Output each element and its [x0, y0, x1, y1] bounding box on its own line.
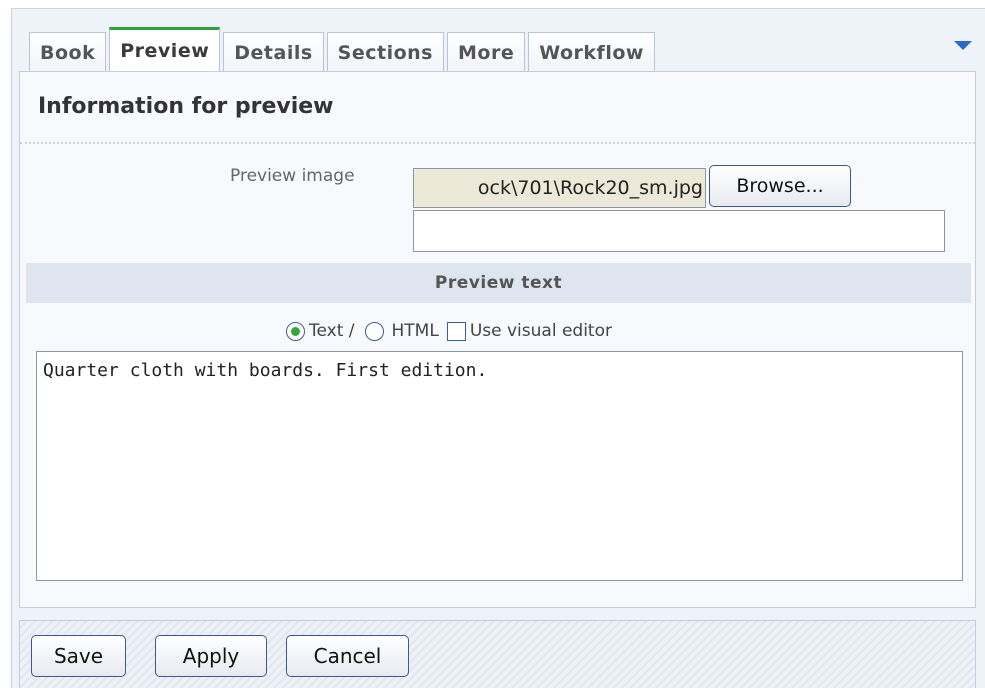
preview-panel: Information for preview Preview image oc…	[19, 71, 976, 608]
divider	[20, 142, 975, 144]
section-title: Information for preview	[38, 94, 334, 119]
chevron-down-icon[interactable]	[954, 41, 972, 50]
radio-selected-dot	[291, 326, 300, 336]
preview-image-file-input[interactable]: ock\701\Rock20_sm.jpg	[413, 168, 706, 208]
apply-button[interactable]: Apply	[155, 635, 267, 677]
action-bar: Save Apply Cancel	[19, 620, 976, 688]
visual-editor-label[interactable]: Use visual editor	[470, 321, 612, 341]
tab-details[interactable]: Details	[223, 32, 324, 72]
preview-image-text-field[interactable]	[413, 210, 945, 252]
html-radio[interactable]	[364, 321, 384, 341]
text-radio-label[interactable]: Text /	[309, 321, 355, 341]
tab-bar: Book Preview Details Sections More Workf…	[29, 27, 658, 72]
preview-text-area[interactable]: Quarter cloth with boards. First edition…	[36, 351, 963, 581]
preview-image-label: Preview image	[230, 166, 355, 186]
preview-image-path: ock\701\Rock20_sm.jpg	[477, 177, 703, 199]
cancel-button[interactable]: Cancel	[286, 635, 409, 677]
visual-editor-checkbox[interactable]	[446, 321, 466, 341]
preview-text-header: Preview text	[26, 263, 971, 303]
save-button[interactable]: Save	[31, 635, 126, 677]
tab-preview[interactable]: Preview	[109, 27, 221, 72]
tab-sections[interactable]: Sections	[326, 32, 444, 72]
format-options: Text / HTML Use visual editor	[286, 318, 612, 344]
text-radio[interactable]	[286, 321, 305, 341]
browse-button[interactable]: Browse...	[709, 165, 851, 207]
tab-workflow[interactable]: Workflow	[528, 32, 655, 72]
html-radio-label[interactable]: HTML	[392, 321, 439, 341]
tab-book[interactable]: Book	[29, 32, 107, 72]
tab-more[interactable]: More	[447, 32, 526, 72]
